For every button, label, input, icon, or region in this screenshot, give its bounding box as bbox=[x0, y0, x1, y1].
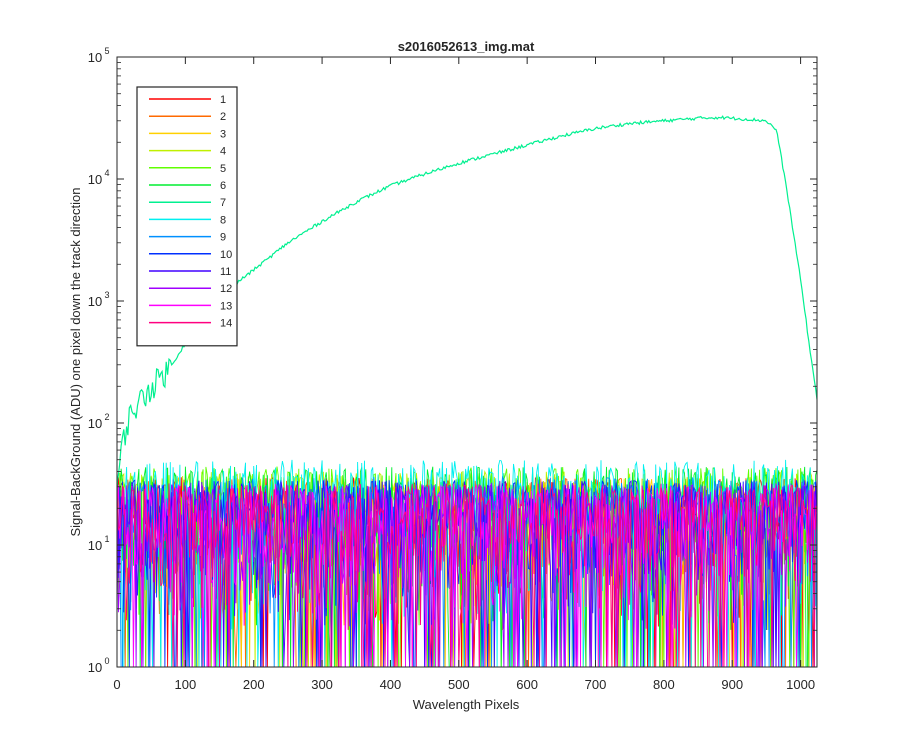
y-axis-label: Signal-BackGround (ADU) one pixel down t… bbox=[68, 187, 83, 536]
y-tick-label-exponent: 2 bbox=[104, 412, 109, 422]
x-tick-label: 600 bbox=[516, 677, 538, 692]
y-tick-label-exponent: 3 bbox=[104, 290, 109, 300]
legend-label: 1 bbox=[220, 94, 226, 106]
legend-label: 7 bbox=[220, 197, 226, 209]
legend-label: 11 bbox=[220, 266, 231, 278]
legend-label: 5 bbox=[220, 163, 226, 175]
x-tick-label: 100 bbox=[175, 677, 197, 692]
y-tick-label-exponent: 1 bbox=[104, 534, 109, 544]
x-tick-label: 700 bbox=[585, 677, 607, 692]
legend-label: 4 bbox=[220, 146, 226, 158]
legend-label: 8 bbox=[220, 214, 226, 226]
legend-label: 2 bbox=[220, 111, 226, 123]
chart-title: s2016052613_img.mat bbox=[398, 39, 535, 54]
x-tick-label: 0 bbox=[113, 677, 120, 692]
legend-label: 12 bbox=[220, 283, 232, 295]
y-tick-label-base: 10 bbox=[88, 416, 102, 431]
legend-label: 10 bbox=[220, 249, 232, 261]
legend-label: 13 bbox=[220, 300, 232, 312]
y-tick-label-base: 10 bbox=[88, 660, 102, 675]
x-tick-label: 800 bbox=[653, 677, 675, 692]
x-tick-label: 300 bbox=[311, 677, 333, 692]
y-tick-label-exponent: 4 bbox=[104, 168, 109, 178]
legend: 1234567891011121314 bbox=[136, 86, 238, 347]
y-tick-label-base: 10 bbox=[88, 50, 102, 65]
y-tick-label-base: 10 bbox=[88, 172, 102, 187]
x-tick-label: 400 bbox=[380, 677, 402, 692]
x-tick-label: 500 bbox=[448, 677, 470, 692]
y-tick-label-exponent: 0 bbox=[104, 656, 109, 666]
x-tick-label: 900 bbox=[721, 677, 743, 692]
y-tick-label-exponent: 5 bbox=[104, 46, 109, 56]
legend-label: 6 bbox=[220, 180, 226, 192]
x-axis-label: Wavelength Pixels bbox=[413, 697, 520, 712]
chart-figure: s2016052613_img.mat 0 100 200 300 400 500 600 7… bbox=[0, 0, 900, 750]
y-tick-label-base: 10 bbox=[88, 538, 102, 553]
legend-label: 14 bbox=[220, 318, 232, 330]
legend-label: 3 bbox=[220, 128, 226, 140]
y-tick-label-base: 10 bbox=[88, 294, 102, 309]
x-tick-label: 200 bbox=[243, 677, 265, 692]
legend-label: 9 bbox=[220, 232, 226, 244]
x-tick-label: 1000 bbox=[786, 677, 815, 692]
